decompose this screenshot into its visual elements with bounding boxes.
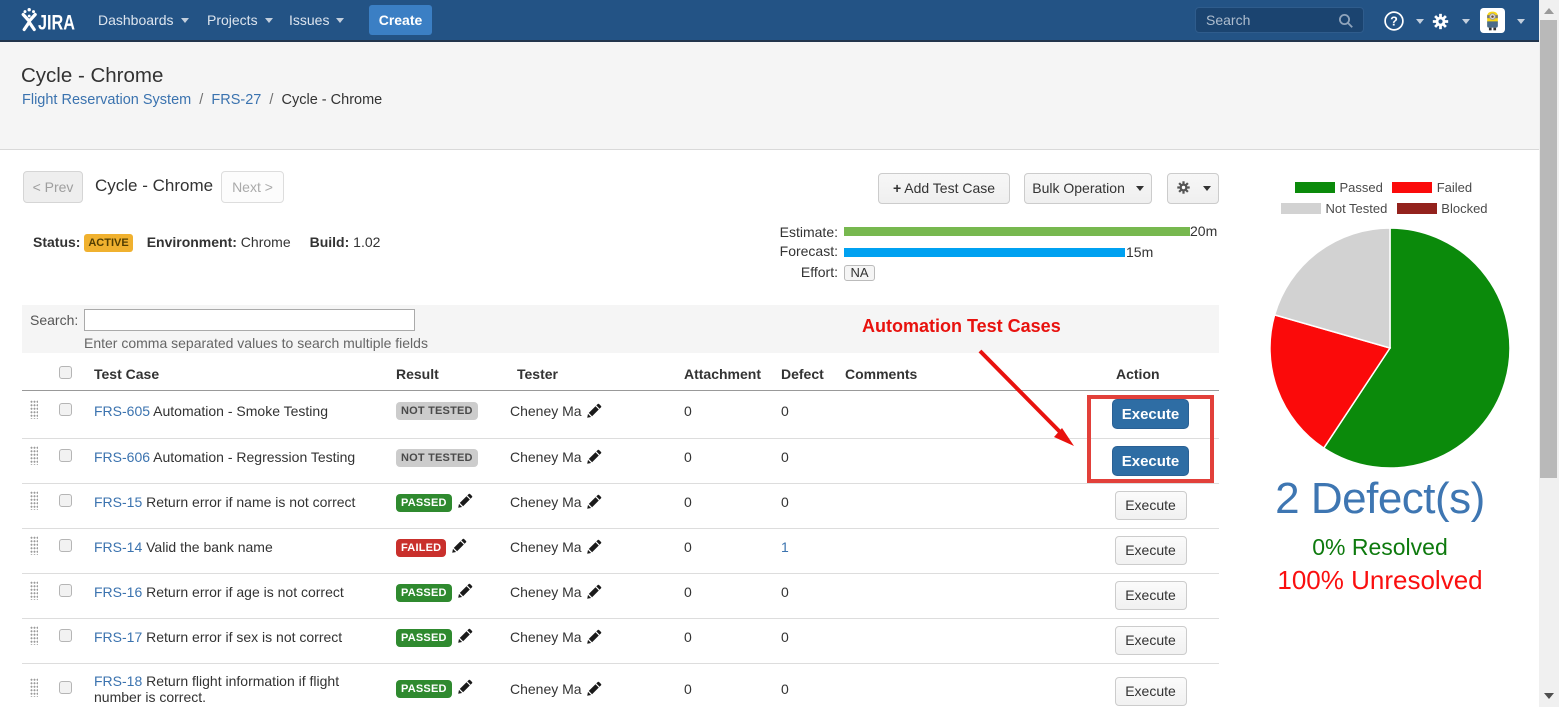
svg-text:JIRA: JIRA (38, 11, 75, 35)
